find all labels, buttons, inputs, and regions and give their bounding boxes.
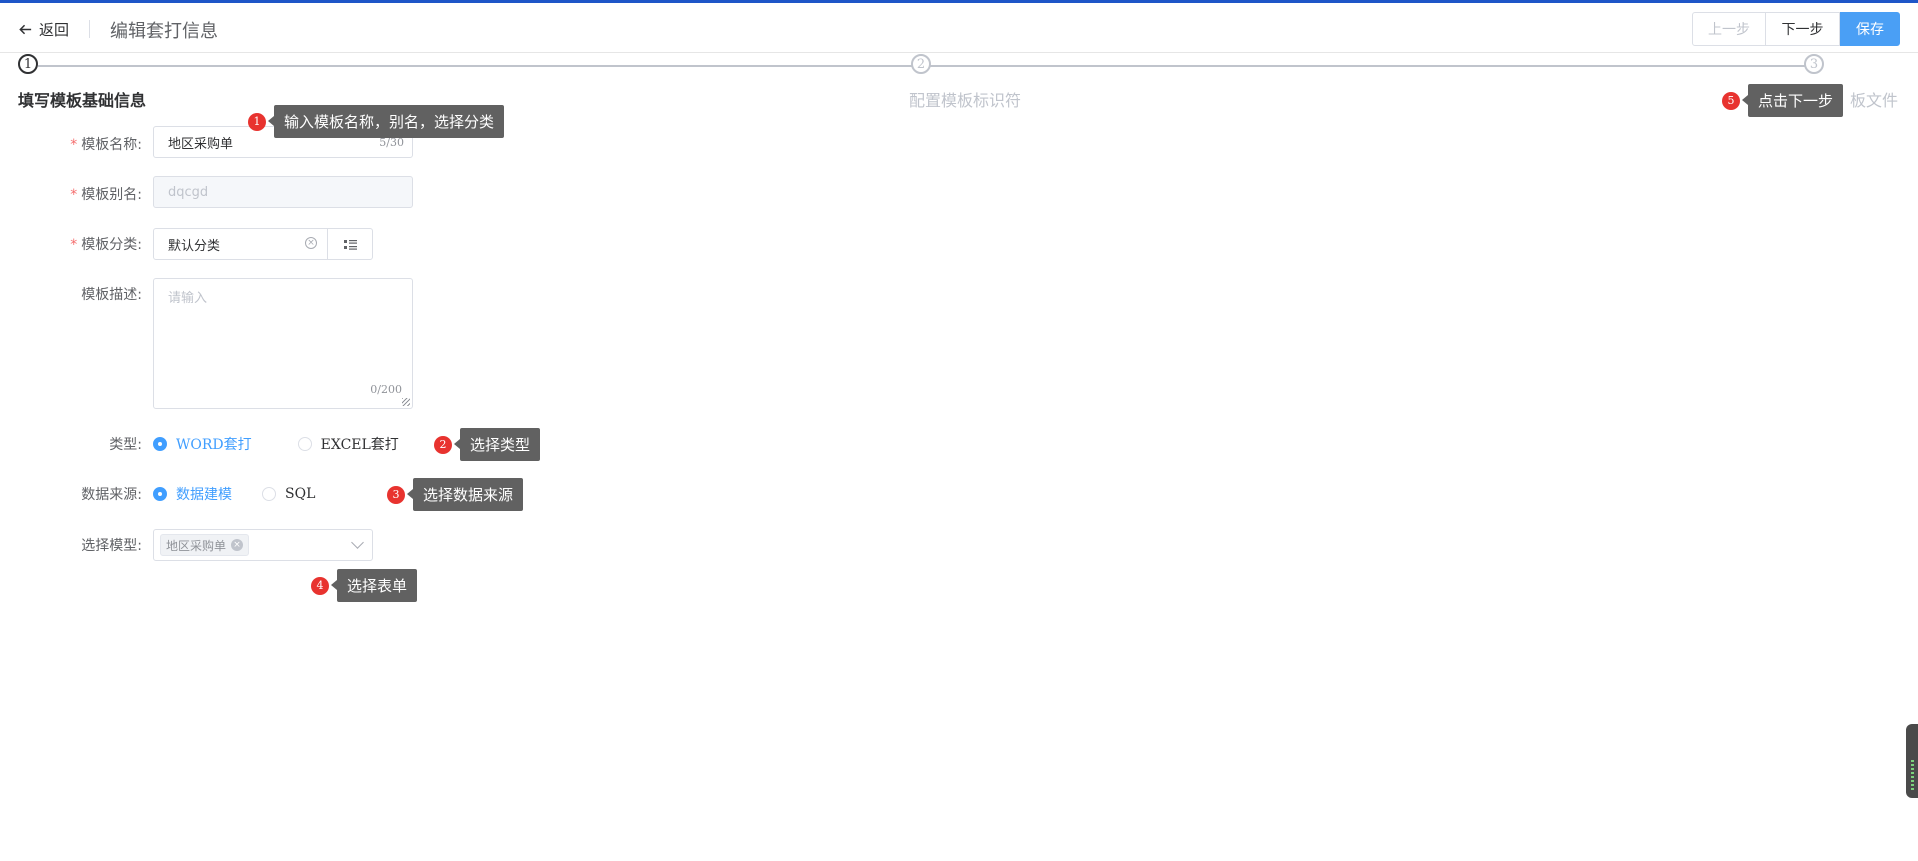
hint-badge: 4: [311, 576, 329, 595]
hint-badge: 5: [1722, 91, 1740, 110]
save-button[interactable]: 保存: [1840, 12, 1900, 46]
template-category-label: * 模板分类:: [70, 237, 142, 253]
hint-bubble: 选择类型: [453, 428, 541, 461]
hint-1: 1 输入模板名称，别名，选择分类: [248, 105, 505, 138]
required-mark: *: [70, 237, 78, 253]
hint-5: 5 点击下一步: [1722, 84, 1844, 117]
back-label: 返回: [39, 21, 70, 39]
category-list-button[interactable]: [327, 228, 373, 260]
step-actions: 上一步 下一步 保存: [1692, 12, 1900, 46]
hint-bubble: 选择表单: [330, 569, 418, 602]
radio-dot: [297, 437, 312, 451]
template-name-value: 地区采购单: [168, 136, 234, 152]
data-source-label: 数据来源:: [81, 487, 142, 503]
tag-close-icon[interactable]: ×: [231, 539, 244, 551]
list-icon: [343, 239, 357, 250]
radio-dot: [153, 437, 167, 451]
type-excel-radio[interactable]: EXCEL套打: [297, 434, 399, 454]
step-2-title: 配置模板标识符: [909, 91, 1022, 110]
step-1-circle: 1: [18, 54, 38, 74]
model-select[interactable]: 地区采购单 ×: [153, 529, 373, 561]
radio-dot: [262, 487, 276, 501]
hint-badge: 3: [387, 485, 405, 504]
template-name-label: * 模板名称:: [70, 137, 142, 153]
required-mark: *: [70, 137, 78, 153]
hint-4: 4 选择表单: [311, 569, 418, 602]
type-radio-group: WORD套打 EXCEL套打: [153, 434, 427, 454]
type-label: 类型:: [109, 437, 142, 453]
prev-step-button[interactable]: 上一步: [1692, 12, 1766, 46]
data-source-radio-group: 数据建模 SQL: [153, 484, 343, 504]
next-step-button[interactable]: 下一步: [1766, 12, 1840, 46]
hint-badge: 1: [248, 112, 266, 131]
side-floating-widget[interactable]: [1906, 724, 1918, 798]
chevron-down-icon: [351, 536, 364, 549]
model-label: 选择模型:: [81, 538, 142, 554]
source-sql-radio[interactable]: SQL: [262, 486, 315, 502]
clear-icon[interactable]: ×: [305, 237, 317, 249]
template-desc-label: 模板描述:: [81, 287, 142, 303]
hint-3: 3 选择数据来源: [387, 478, 524, 511]
back-button[interactable]: 返回: [18, 19, 69, 40]
step-2-circle: 2: [911, 54, 931, 74]
template-alias-value: dqcgd: [168, 184, 209, 200]
signal-icon: [1911, 760, 1914, 790]
page-header: 返回 编辑套打信息 上一步 下一步 保存: [0, 3, 1918, 53]
hint-bubble: 选择数据来源: [406, 478, 524, 511]
template-alias-input: dqcgd: [153, 176, 413, 208]
step-1-title: 填写模板基础信息: [18, 91, 147, 110]
template-category-value: 默认分类: [168, 238, 221, 254]
hint-bubble: 点击下一步: [1741, 84, 1844, 117]
source-model-radio[interactable]: 数据建模: [153, 484, 232, 504]
arrow-left-icon: [19, 24, 32, 35]
radio-dot: [153, 487, 167, 501]
header-divider: [89, 20, 90, 38]
template-alias-label: * 模板别名:: [70, 187, 142, 203]
resize-handle-icon[interactable]: [402, 398, 410, 406]
page-title: 编辑套打信息: [110, 21, 218, 42]
template-desc-placeholder: 请输入: [168, 291, 208, 306]
template-desc-counter: 0/200: [370, 383, 402, 396]
required-mark: *: [70, 187, 78, 203]
step-3-title: 板文件: [1849, 91, 1898, 110]
step-3-circle: 3: [1804, 54, 1824, 74]
hint-bubble: 输入模板名称，别名，选择分类: [267, 105, 505, 138]
hint-badge: 2: [434, 435, 452, 454]
template-desc-textarea[interactable]: 请输入 0/200: [153, 278, 413, 409]
hint-2: 2 选择类型: [434, 428, 541, 461]
type-word-radio[interactable]: WORD套打: [153, 434, 252, 454]
template-category-select[interactable]: 默认分类 ×: [153, 228, 328, 260]
model-tag: 地区采购单 ×: [160, 534, 250, 556]
